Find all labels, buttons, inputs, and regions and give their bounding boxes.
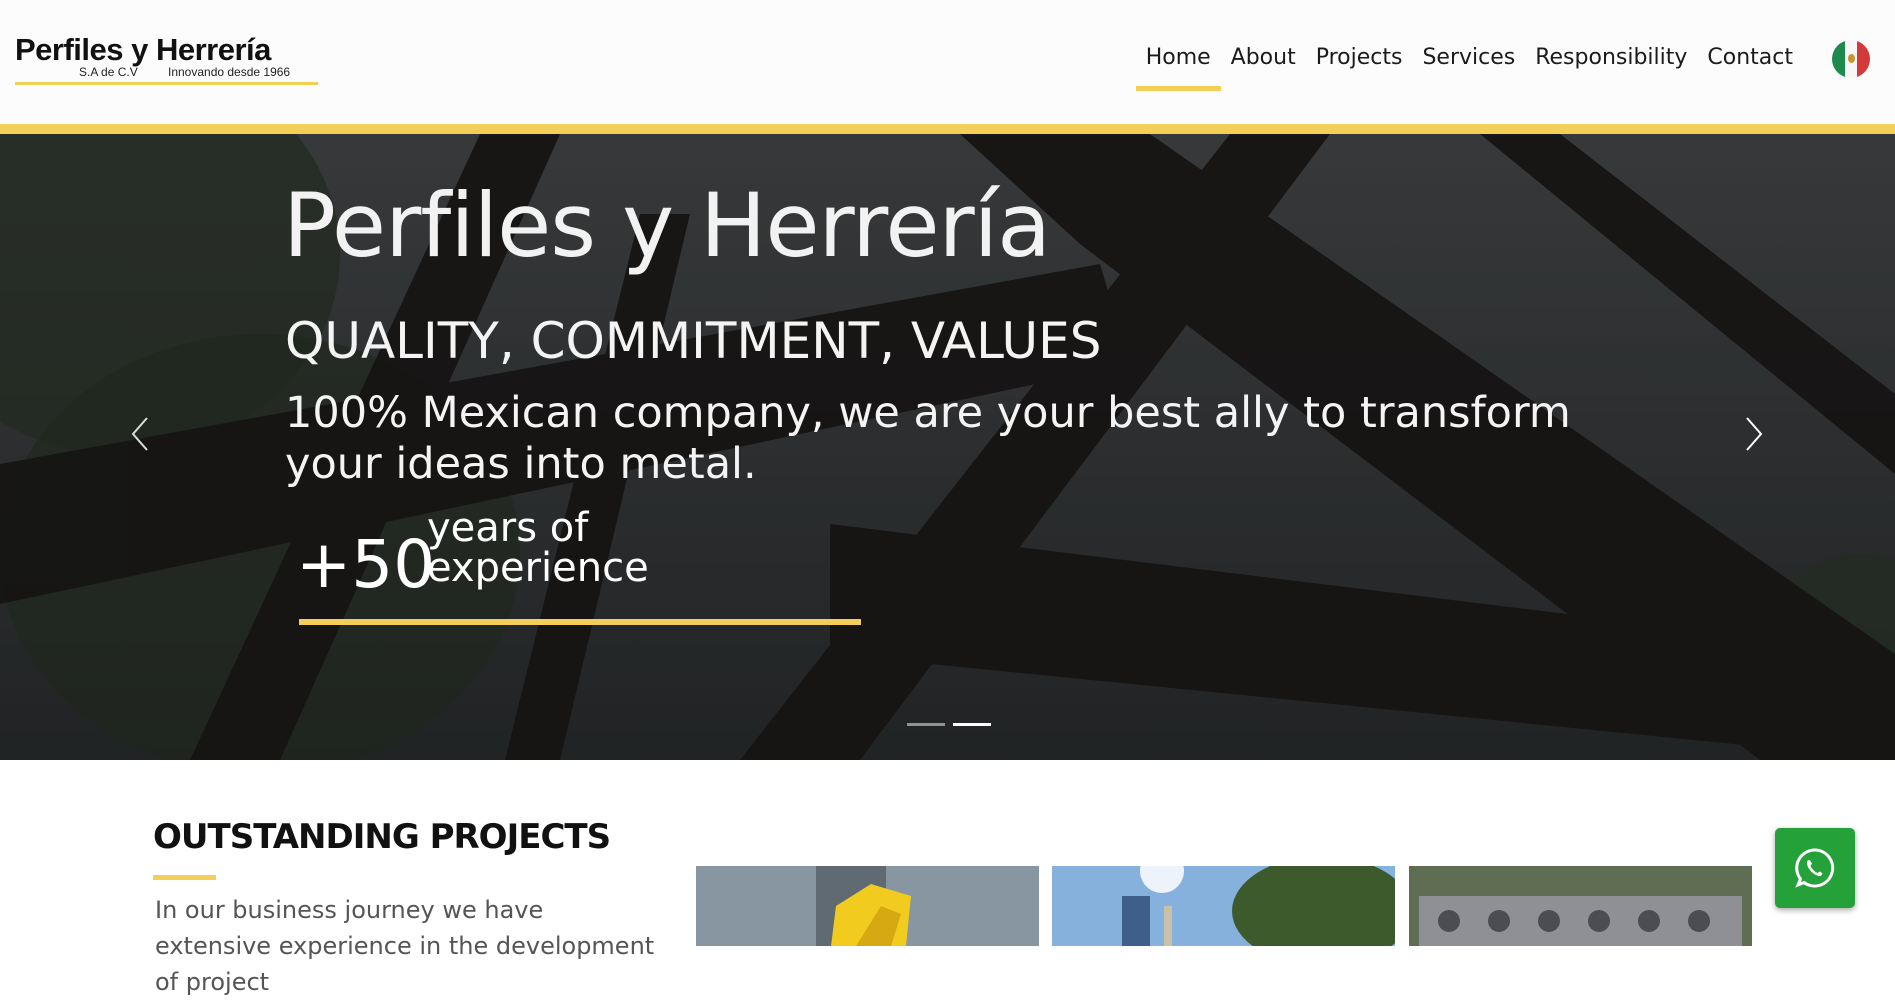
carousel-indicator-2[interactable]: [953, 723, 991, 726]
hero-subtitle: QUALITY, COMMITMENT, VALUES: [285, 312, 1102, 370]
site-header: Perfiles y Herrería S.A de C.V Innovando…: [0, 0, 1895, 124]
experience-label-line-2: experience: [427, 545, 649, 591]
hero-title: Perfiles y Herrería: [283, 174, 1051, 277]
logo-subtitle-left: S.A de C.V: [79, 65, 138, 79]
nav-about[interactable]: About: [1221, 40, 1306, 80]
carousel-indicator-1[interactable]: [907, 723, 945, 726]
carousel-prev-button[interactable]: [123, 414, 163, 454]
whatsapp-icon: [1795, 848, 1835, 888]
experience-number: +50: [296, 526, 436, 603]
nav-responsibility[interactable]: Responsibility: [1525, 40, 1697, 80]
chevron-right-icon: [1746, 417, 1763, 451]
whatsapp-button[interactable]: [1775, 828, 1855, 908]
hero-description: 100% Mexican company, we are your best a…: [285, 388, 1571, 489]
carousel-next-button[interactable]: [1735, 414, 1775, 454]
mexico-flag-icon[interactable]: [1832, 40, 1870, 78]
experience-label: years of experience: [427, 508, 649, 588]
project-image-3: [1409, 866, 1752, 946]
project-thumbnail-2[interactable]: [1052, 866, 1395, 946]
project-image-1: [696, 866, 1039, 946]
projects-intro-text: In our business journey we have extensiv…: [155, 896, 655, 996]
logo-title: Perfiles y Herrería: [15, 32, 271, 67]
carousel-indicators: [907, 723, 991, 726]
experience-underline: [299, 619, 861, 625]
nav-services[interactable]: Services: [1412, 40, 1525, 80]
header-accent-bar: [0, 124, 1895, 134]
chevron-left-icon: [131, 417, 148, 451]
project-image-2: [1052, 866, 1395, 946]
projects-heading: OUTSTANDING PROJECTS: [153, 817, 611, 857]
nav-projects[interactable]: Projects: [1306, 40, 1413, 80]
experience-label-line-1: years of: [427, 505, 589, 551]
nav-home[interactable]: Home: [1135, 40, 1221, 91]
logo-subtitle-right: Innovando desde 1966: [168, 65, 291, 79]
main-nav: Home About Projects Services Responsibil…: [1135, 40, 1803, 91]
nav-contact[interactable]: Contact: [1697, 40, 1803, 80]
project-thumbnail-1[interactable]: [696, 866, 1039, 946]
company-logo[interactable]: Perfiles y Herrería S.A de C.V Innovando…: [15, 32, 320, 88]
project-thumbnail-3[interactable]: [1409, 866, 1752, 946]
projects-heading-underline: [153, 875, 216, 880]
logo-underline: [15, 82, 318, 85]
hero-carousel: Perfiles y Herrería QUALITY, COMMITMENT,…: [0, 134, 1895, 760]
